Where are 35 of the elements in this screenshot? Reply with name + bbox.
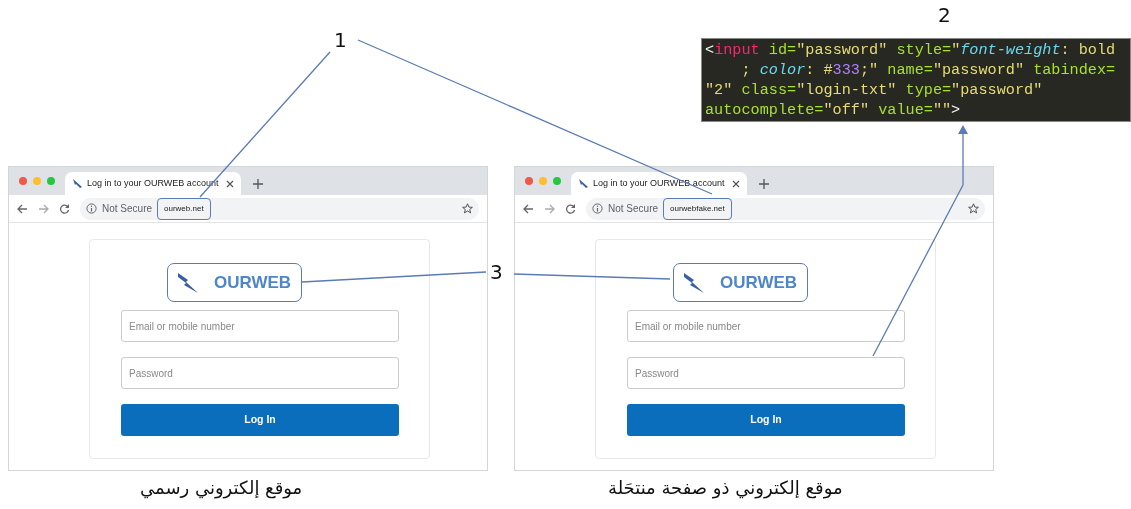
email-field[interactable]: Email or mobile number — [627, 310, 905, 342]
caption: موقع إلكتروني ذو صفحة منتحَلة — [608, 476, 843, 501]
password-field[interactable]: Password — [627, 357, 905, 389]
close-icon[interactable] — [226, 179, 234, 188]
star-icon[interactable] — [968, 203, 979, 214]
callout-number: 2 — [938, 5, 951, 25]
url-text: ourweb.net — [157, 197, 211, 220]
reload-icon[interactable] — [565, 203, 576, 214]
bolt-icon — [72, 178, 83, 189]
reload-icon[interactable] — [59, 203, 70, 214]
security-label: Not Secure — [608, 202, 659, 216]
callout-number: 3 — [490, 262, 503, 282]
code-snippet: <input id="password" style="font-weight: bold ; color: #333;" name="password" tabindex= "2" class="login-txt" type="password" autocomplete="off" value=""> — [701, 38, 1131, 122]
plus-icon[interactable] — [759, 178, 769, 189]
plus-icon[interactable] — [253, 178, 263, 189]
info-icon — [86, 203, 97, 214]
password-field[interactable]: Password — [121, 357, 399, 389]
url-text: ourwebfake.net — [663, 197, 732, 220]
address-bar[interactable]: Not Secure ourwebfake.net — [586, 197, 985, 220]
callout-number: 1 — [334, 30, 347, 50]
bolt-icon — [578, 178, 589, 189]
login-button[interactable]: Log In — [121, 404, 399, 436]
email-field[interactable]: Email or mobile number — [121, 310, 399, 342]
back-icon[interactable] — [523, 203, 534, 214]
back-icon[interactable] — [17, 203, 28, 214]
login-button[interactable]: Log In — [627, 404, 905, 436]
star-icon[interactable] — [462, 203, 473, 214]
logo: OURWEB — [673, 263, 808, 302]
info-icon — [592, 203, 603, 214]
close-icon[interactable] — [732, 179, 740, 188]
logo: OURWEB — [167, 263, 302, 302]
caption: موقع إلكتروني رسمي — [140, 476, 303, 501]
browser-tab[interactable]: Log in to your OURWEB account — [571, 172, 747, 195]
security-label: Not Secure — [102, 202, 153, 216]
address-bar[interactable]: Not Secure ourweb.net — [80, 197, 479, 220]
